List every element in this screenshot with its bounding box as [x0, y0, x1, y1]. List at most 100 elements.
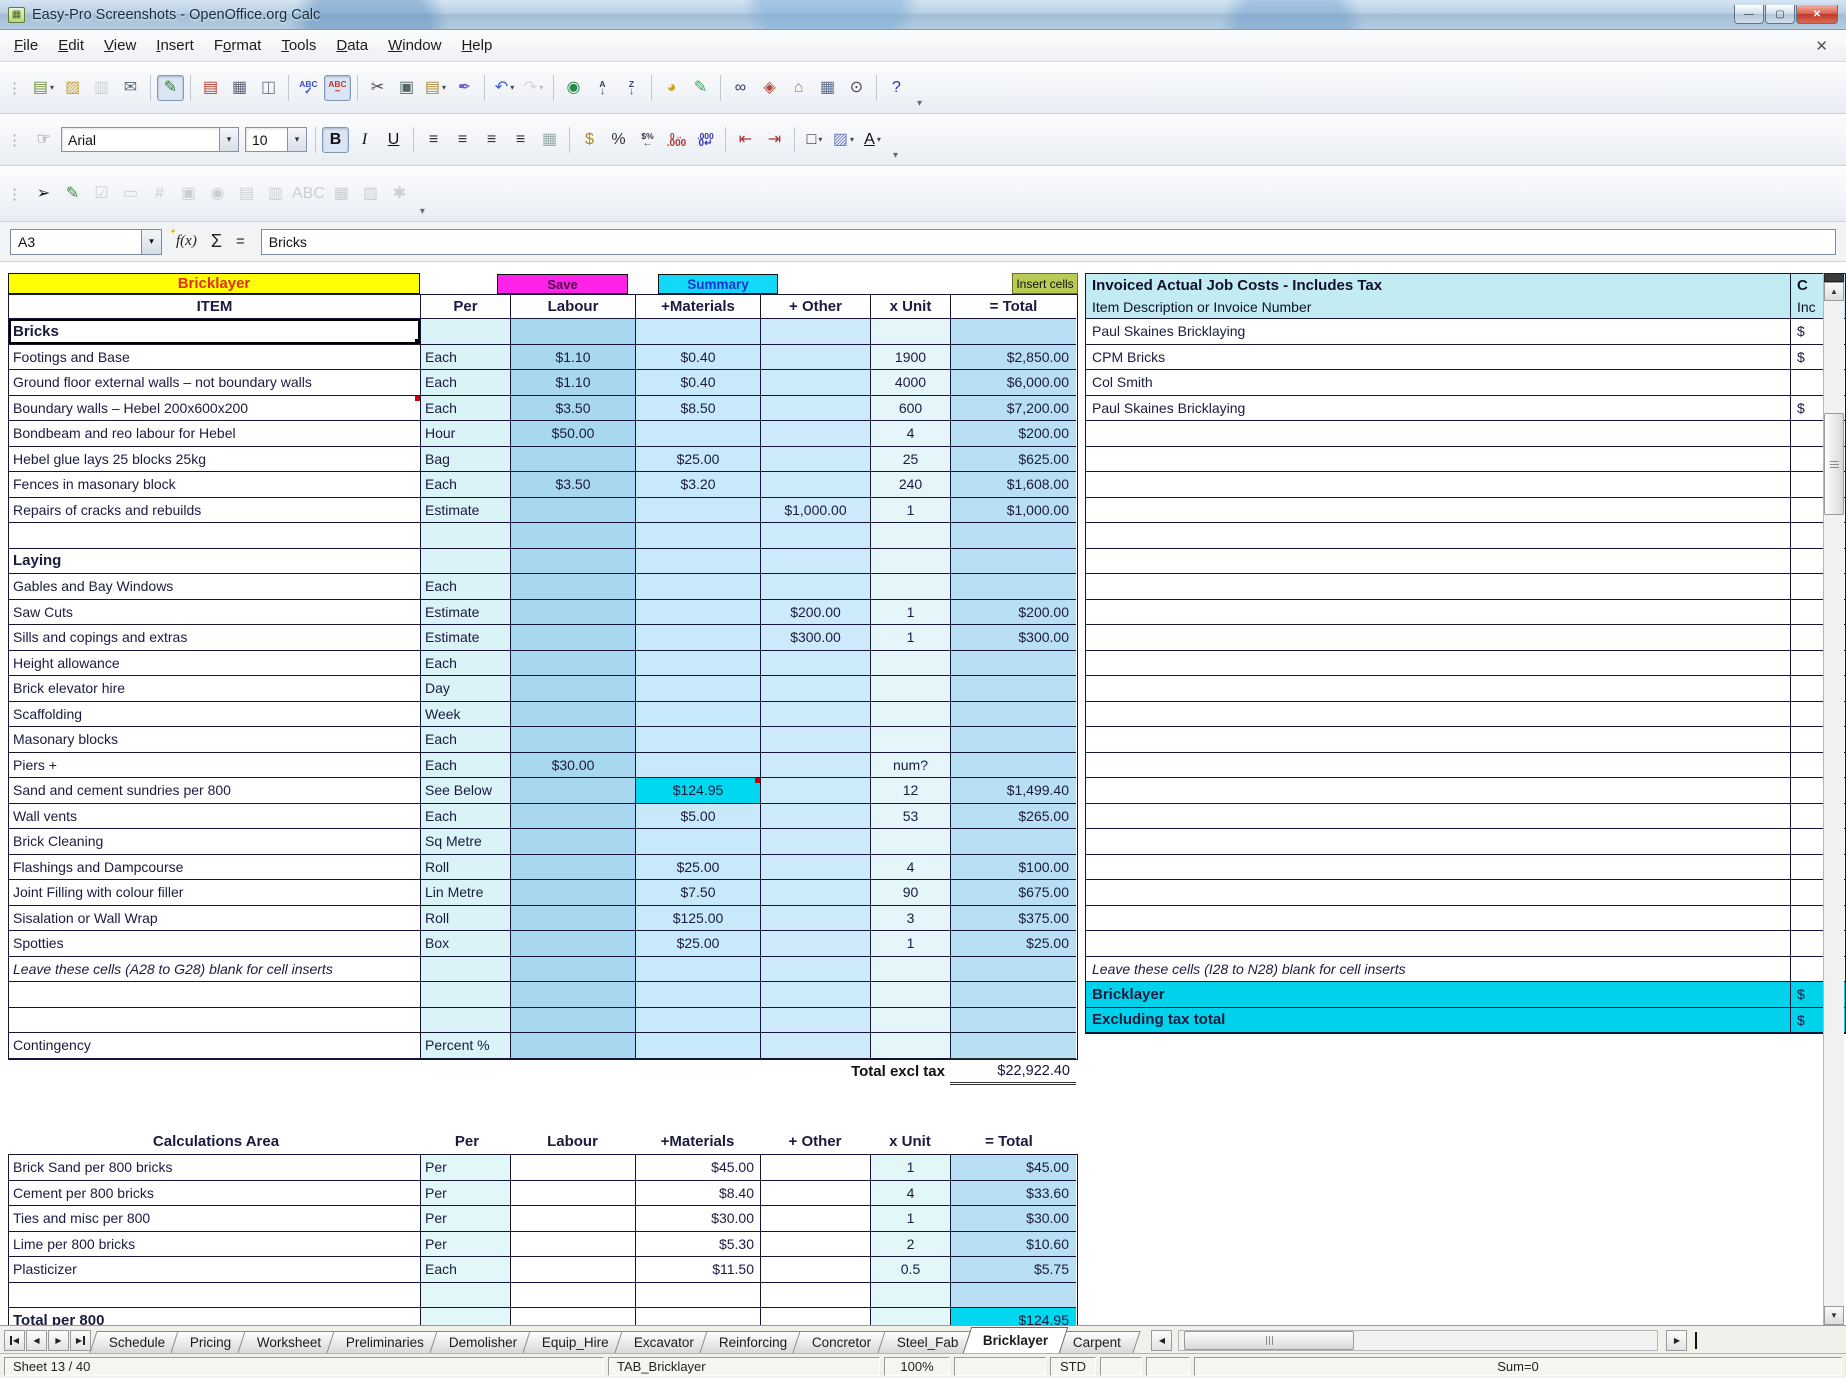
item-cell[interactable]	[9, 523, 421, 549]
calc-materials-cell[interactable]: $11.50	[636, 1257, 761, 1283]
per-cell[interactable]: Week	[421, 702, 511, 728]
materials-cell[interactable]: $0.40	[636, 370, 761, 396]
materials-cell[interactable]: $125.00	[636, 906, 761, 932]
per-cell[interactable]: Each	[421, 370, 511, 396]
item-cell[interactable]: Bricks	[9, 319, 421, 345]
background-color-button-dropdown-icon[interactable]: ▾	[850, 135, 854, 144]
other-cell[interactable]	[761, 345, 871, 371]
invoice-description-cell[interactable]	[1086, 421, 1791, 446]
labour-cell[interactable]	[511, 906, 636, 932]
item-cell[interactable]: Leave these cells (A28 to G28) blank for…	[9, 957, 421, 983]
invoice-description-cell[interactable]	[1086, 829, 1791, 854]
per-cell[interactable]: Each	[421, 804, 511, 830]
other-cell[interactable]	[761, 676, 871, 702]
unit-cell[interactable]: 1	[871, 600, 951, 626]
calc-labour-cell[interactable]	[511, 1232, 636, 1258]
total-cell[interactable]: $1,608.00	[951, 472, 1076, 498]
materials-cell[interactable]: $5.00	[636, 804, 761, 830]
labour-cell[interactable]	[511, 829, 636, 855]
menu-format[interactable]: Format	[204, 33, 272, 58]
labour-cell[interactable]: $3.50	[511, 396, 636, 422]
labour-cell[interactable]	[511, 676, 636, 702]
unit-cell[interactable]: 1	[871, 931, 951, 957]
calc-item-cell[interactable]: Brick Sand per 800 bricks	[9, 1155, 421, 1181]
redo-button-dropdown-icon[interactable]: ▾	[539, 83, 543, 92]
sort-ascending-button[interactable]: A↓	[589, 75, 616, 101]
materials-cell[interactable]: $7.50	[636, 880, 761, 906]
vertical-scroll-thumb[interactable]	[1824, 413, 1844, 515]
horizontal-scroll-thumb[interactable]	[1184, 1331, 1354, 1350]
calc-unit-cell[interactable]: 2	[871, 1232, 951, 1258]
item-cell[interactable]: Contingency	[9, 1033, 421, 1059]
other-cell[interactable]	[761, 447, 871, 473]
calc-per-cell[interactable]: Per	[421, 1206, 511, 1232]
status-sum[interactable]: Sum=0	[1194, 1357, 1842, 1376]
total-cell[interactable]	[951, 753, 1076, 779]
other-cell[interactable]: $1,000.00	[761, 498, 871, 524]
total-cell[interactable]: $625.00	[951, 447, 1076, 473]
sheet-tab-demolisher[interactable]: Demolisher	[429, 1331, 536, 1353]
materials-cell[interactable]: $25.00	[636, 855, 761, 881]
materials-cell[interactable]	[636, 600, 761, 626]
check-box-button[interactable]: ☑	[88, 181, 115, 207]
menu-data[interactable]: Data	[326, 33, 378, 58]
undo-button-dropdown-icon[interactable]: ▾	[510, 83, 514, 92]
calc-item-cell[interactable]	[9, 1283, 421, 1309]
other-cell[interactable]	[761, 319, 871, 345]
materials-cell[interactable]	[636, 1033, 761, 1059]
merge-cells-button[interactable]: ▦	[536, 127, 563, 153]
calc-labour-cell[interactable]	[511, 1206, 636, 1232]
per-cell[interactable]: Box	[421, 931, 511, 957]
materials-cell[interactable]: $124.95	[636, 778, 761, 804]
calc-materials-cell[interactable]: $8.40	[636, 1181, 761, 1207]
total-cell[interactable]: $1,000.00	[951, 498, 1076, 524]
redo-button[interactable]: ↷▾	[520, 75, 547, 101]
form-toolbar-more-button[interactable]: ▾	[420, 206, 425, 221]
labour-cell[interactable]	[511, 702, 636, 728]
number-format-percent-button[interactable]: %	[605, 127, 632, 153]
materials-cell[interactable]	[636, 702, 761, 728]
number-format-standard-button[interactable]: $%←	[634, 127, 661, 153]
other-cell[interactable]	[761, 1033, 871, 1059]
selection-handle[interactable]	[415, 339, 420, 344]
invoice-description-cell[interactable]	[1086, 804, 1791, 829]
calc-item-cell[interactable]: Plasticizer	[9, 1257, 421, 1283]
edit-file-button[interactable]: ✎	[157, 75, 184, 101]
datasources-button[interactable]: ▦	[814, 75, 841, 101]
invoice-description-cell[interactable]: Paul Skaines Bricklaying	[1086, 396, 1791, 421]
total-cell[interactable]: $200.00	[951, 421, 1076, 447]
open-button[interactable]: ▨	[59, 75, 86, 101]
per-cell[interactable]: Lin Metre	[421, 880, 511, 906]
item-cell[interactable]: Hebel glue lays 25 blocks 25kg	[9, 447, 421, 473]
labour-cell[interactable]	[511, 1008, 636, 1034]
item-cell[interactable]: Flashings and Dampcourse	[9, 855, 421, 881]
sheet-tab-excavator[interactable]: Excavator	[614, 1331, 713, 1353]
unit-cell[interactable]	[871, 319, 951, 345]
formatted-field-button[interactable]: #	[146, 181, 173, 207]
font-size-combo-dropdown-icon[interactable]: ▾	[287, 128, 306, 151]
materials-cell[interactable]: $0.40	[636, 345, 761, 371]
minimize-button[interactable]: —	[1734, 5, 1764, 24]
unit-cell[interactable]	[871, 957, 951, 983]
fmt-toolbar-more-button[interactable]: ▾	[893, 150, 898, 165]
unit-cell[interactable]: 1	[871, 625, 951, 651]
copy-button[interactable]: ▣	[393, 75, 420, 101]
navigator-button[interactable]: ◈	[756, 75, 783, 101]
unit-cell[interactable]: 240	[871, 472, 951, 498]
invoice-description-cell[interactable]	[1086, 600, 1791, 625]
background-color-button[interactable]: ▨▾	[830, 127, 857, 153]
labour-cell[interactable]	[511, 319, 636, 345]
total-cell[interactable]: $675.00	[951, 880, 1076, 906]
calc-unit-cell[interactable]: 0.5	[871, 1257, 951, 1283]
unit-cell[interactable]: 1900	[871, 345, 951, 371]
labour-cell[interactable]	[511, 523, 636, 549]
align-right-button[interactable]: ≡	[478, 127, 505, 153]
calc-per-cell[interactable]	[421, 1283, 511, 1309]
total-cell[interactable]: $100.00	[951, 855, 1076, 881]
calc-labour-cell[interactable]	[511, 1257, 636, 1283]
per-cell[interactable]: See Below	[421, 778, 511, 804]
page-preview-button[interactable]: ◫	[255, 75, 282, 101]
other-cell[interactable]	[761, 778, 871, 804]
labour-cell[interactable]	[511, 855, 636, 881]
item-cell[interactable]: Boundary walls – Hebel 200x600x200	[9, 396, 421, 422]
